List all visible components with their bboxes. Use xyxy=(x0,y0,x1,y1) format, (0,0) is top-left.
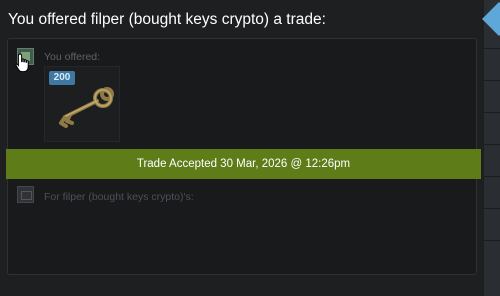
scroll-rail xyxy=(484,0,500,296)
their-items-label: For filper (bought keys crypto)'s: xyxy=(44,191,194,203)
key-icon xyxy=(59,87,114,128)
trade-status-banner: Trade Accepted 30 Mar, 2026 @ 12:26pm xyxy=(6,149,481,179)
item-quantity-badge: 200 xyxy=(49,71,75,85)
page-title: You offered filper (bought keys crypto) … xyxy=(8,11,326,28)
offered-item[interactable]: 200 xyxy=(44,66,120,142)
hand-cursor-icon xyxy=(15,53,29,73)
their-avatar[interactable] xyxy=(17,186,34,203)
you-offered-label: You offered: xyxy=(44,51,101,63)
